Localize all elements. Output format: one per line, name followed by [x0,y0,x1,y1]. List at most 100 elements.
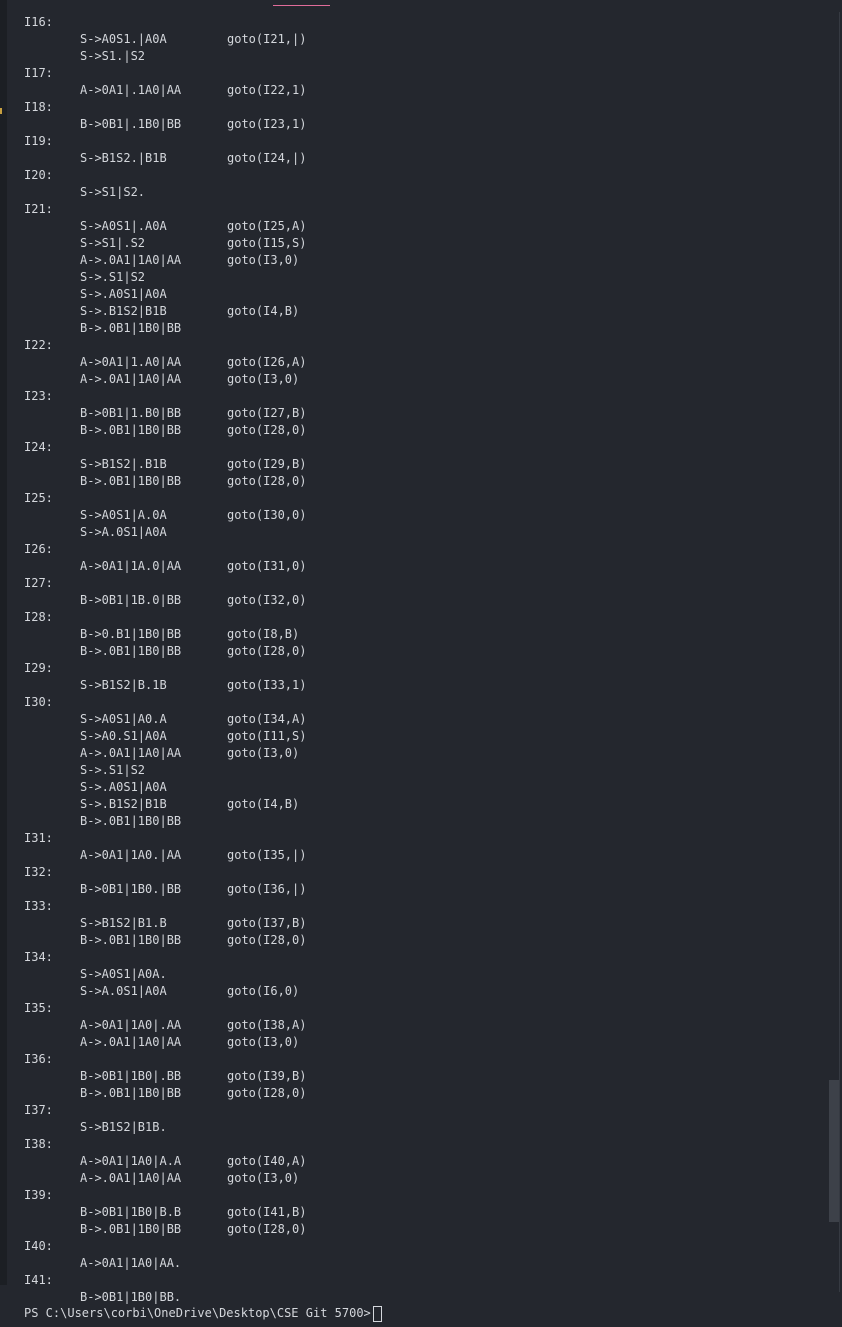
lr-item: B->0B1|1B.0|BB [80,593,182,607]
goto-transition: goto(I28,0) [227,933,307,947]
goto-transition: goto(I36,|) [227,882,307,896]
lr-item: S->S1|S2. [80,185,146,199]
goto-transition: goto(I28,0) [227,1222,307,1236]
goto-transition: goto(I26,A) [227,355,307,369]
lr-item: S->S1.|S2 [80,49,146,63]
state-label: I30: [24,695,53,709]
goto-transition: goto(I39,B) [227,1069,307,1083]
goto-transition: goto(I28,0) [227,474,307,488]
goto-transition: goto(I3,0) [227,1035,300,1049]
lr-item: S->.B1S2|B1B [80,797,167,811]
lr-item: B->0B1|1B0.|BB [80,882,182,896]
scrollbar-thumb[interactable] [829,1080,839,1222]
state-label: I25: [24,491,53,505]
state-label: I37: [24,1103,53,1117]
state-label: I18: [24,100,53,114]
lr-item: S->A.0S1|A0A [80,525,167,539]
lr-item: B->.0B1|1B0|BB [80,814,182,828]
goto-transition: goto(I34,A) [227,712,307,726]
lr-item: S->A0S1|A0A. [80,967,167,981]
lr-item: S->A0S1.|A0A [80,32,167,46]
state-label: I34: [24,950,53,964]
lr-item: A->.0A1|1A0|AA [80,746,182,760]
lr-item: S->.B1S2|B1B [80,304,167,318]
lr-item: S->A0S1|.A0A [80,219,167,233]
goto-transition: goto(I33,1) [227,678,307,692]
lr-item: A->0A1|1.A0|AA [80,355,182,369]
lr-item: B->0B1|.1B0|BB [80,117,182,131]
terminal-prompt: PS C:\Users\corbi\OneDrive\Desktop\CSE G… [24,1306,371,1320]
lr-item: S->.S1|S2 [80,763,146,777]
goto-transition: goto(I22,1) [227,83,307,97]
state-label: I31: [24,831,53,845]
lr-item: S->B1S2|B.1B [80,678,167,692]
lr-item: B->.0B1|1B0|BB [80,474,182,488]
lr-item: S->A.0S1|A0A [80,984,167,998]
goto-transition: goto(I28,0) [227,423,307,437]
lr-item: B->.0B1|1B0|BB [80,1086,182,1100]
gutter-marker [0,108,2,114]
goto-transition: goto(I24,|) [227,151,307,165]
terminal-window[interactable]: I16: S->A0S1.|A0A goto(I21,|) S->S1.|S2 I17:… [0,0,842,1327]
lr-item: A->.0A1|1A0|AA [80,1035,182,1049]
lr-item: S->S1|.S2 [80,236,146,250]
goto-transition: goto(I6,0) [227,984,300,998]
goto-transition: goto(I27,B) [227,406,307,420]
goto-transition: goto(I23,1) [227,117,307,131]
goto-transition: goto(I28,0) [227,1086,307,1100]
lr-item: S->B1S2.|B1B [80,151,167,165]
state-label: I32: [24,865,53,879]
state-label: I19: [24,134,53,148]
state-label: I17: [24,66,53,80]
lr-item: S->B1S2|B1.B [80,916,167,930]
terminal-prompt-line[interactable]: PS C:\Users\corbi\OneDrive\Desktop\CSE G… [24,1305,382,1322]
state-label: I16: [24,15,53,29]
goto-transition: goto(I28,0) [227,644,307,658]
state-label: I28: [24,610,53,624]
goto-transition: goto(I3,0) [227,372,300,386]
goto-transition: goto(I11,S) [227,729,307,743]
goto-transition: goto(I32,0) [227,593,307,607]
active-tab-indicator [273,5,330,6]
goto-transition: goto(I4,B) [227,797,300,811]
goto-transition: goto(I31,0) [227,559,307,573]
lr-item: A->.0A1|1A0|AA [80,372,182,386]
state-label: I20: [24,168,53,182]
state-label: I38: [24,1137,53,1151]
pane-border [839,12,840,1292]
state-label: I39: [24,1188,53,1202]
goto-transition: goto(I25,A) [227,219,307,233]
lr-item: B->.0B1|1B0|BB [80,321,182,335]
lr-item: A->0A1|1A0|A.A [80,1154,182,1168]
goto-transition: goto(I3,0) [227,746,300,760]
state-label: I40: [24,1239,53,1253]
goto-transition: goto(I4,B) [227,304,300,318]
lr-item: A->0A1|1A0|.AA [80,1018,182,1032]
state-label: I22: [24,338,53,352]
state-label: I29: [24,661,53,675]
text-cursor [372,1305,382,1322]
lr-item: A->.0A1|1A0|AA [80,1171,182,1185]
goto-transition: goto(I3,0) [227,253,300,267]
state-label: I27: [24,576,53,590]
goto-transition: goto(I38,A) [227,1018,307,1032]
lr-item: B->.0B1|1B0|BB [80,644,182,658]
state-label: I36: [24,1052,53,1066]
lr-item: B->0B1|1B0|B.B [80,1205,182,1219]
lr-item: B->.0B1|1B0|BB [80,933,182,947]
goto-transition: goto(I29,B) [227,457,307,471]
lr-item: B->0B1|1.B0|BB [80,406,182,420]
lr-item: A->.0A1|1A0|AA [80,253,182,267]
lr-item: B->0.B1|1B0|BB [80,627,182,641]
state-label: I23: [24,389,53,403]
goto-transition: goto(I41,B) [227,1205,307,1219]
lr-item: S->A0.S1|A0A [80,729,167,743]
lr-item: S->B1S2|B1B. [80,1120,167,1134]
goto-transition: goto(I30,0) [227,508,307,522]
lr-item: S->.S1|S2 [80,270,146,284]
goto-transition: goto(I40,A) [227,1154,307,1168]
lr-item: B->0B1|1B0|.BB [80,1069,182,1083]
goto-transition: goto(I3,0) [227,1171,300,1185]
state-label: I41: [24,1273,53,1287]
lr-item: S->A0S1|A0.A [80,712,167,726]
